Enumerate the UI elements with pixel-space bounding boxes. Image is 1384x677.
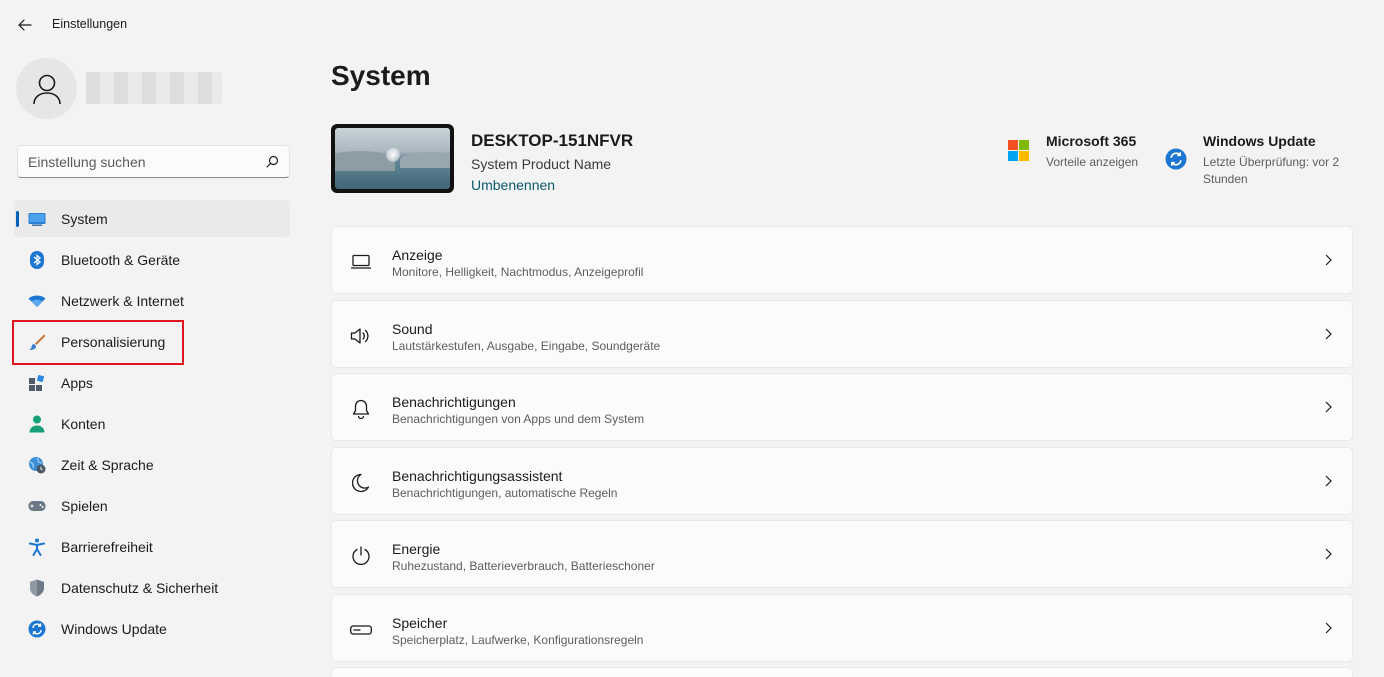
sidebar-item-label: Windows Update bbox=[61, 620, 167, 637]
device-thumbnail bbox=[331, 124, 454, 193]
update-icon bbox=[1165, 148, 1187, 170]
moon-icon bbox=[350, 472, 372, 494]
person-outline-icon bbox=[32, 74, 61, 104]
shield-icon bbox=[28, 579, 46, 597]
card-subtitle: Benachrichtigungen von Apps und dem Syst… bbox=[392, 412, 645, 426]
search-input[interactable] bbox=[28, 153, 266, 170]
sidebar-item-privacy-security[interactable]: Datenschutz & Sicherheit bbox=[14, 569, 290, 606]
search-icon[interactable] bbox=[266, 155, 279, 168]
card-subtitle: Benachrichtigungen, automatische Regeln bbox=[392, 485, 618, 500]
profile-name-blurred bbox=[86, 72, 222, 104]
card-storage[interactable]: Speicher Speicherplatz, Laufwerke, Konfi… bbox=[331, 593, 1353, 662]
card-subtitle: Speicherplatz, Laufwerke, Konfigurations… bbox=[392, 632, 644, 647]
tile-title: Microsoft 365 bbox=[1046, 133, 1137, 149]
bluetooth-icon bbox=[28, 250, 46, 269]
sidebar-item-label: Barrierefreiheit bbox=[61, 538, 153, 555]
wallpaper-preview bbox=[335, 128, 450, 189]
chevron-right-icon bbox=[1325, 475, 1332, 486]
card-notifications[interactable]: Benachrichtigungen Benachrichtigungen vo… bbox=[331, 373, 1353, 441]
card-title: Energie bbox=[392, 541, 441, 557]
tile-title: Windows Update bbox=[1203, 133, 1316, 149]
back-button[interactable] bbox=[14, 14, 36, 36]
sidebar-item-windows-update[interactable]: Windows Update bbox=[14, 610, 290, 647]
sidebar-item-label: Datenschutz & Sicherheit bbox=[61, 579, 219, 596]
accessibility-icon bbox=[28, 538, 46, 556]
card-subtitle: Lautstärkestufen, Ausgabe, Eingabe, Soun… bbox=[392, 338, 661, 353]
chevron-right-icon bbox=[1325, 548, 1332, 560]
avatar[interactable] bbox=[16, 58, 77, 119]
globe-clock-icon bbox=[28, 456, 46, 474]
sidebar-item-accessibility[interactable]: Barrierefreiheit bbox=[14, 528, 290, 565]
chevron-right-icon bbox=[1325, 254, 1332, 266]
card-subtitle: Ruhezustand, Batterieverbrauch, Batterie… bbox=[392, 559, 655, 573]
chevron-right-icon bbox=[1325, 328, 1332, 339]
chevron-right-icon bbox=[1325, 622, 1332, 633]
speaker-icon bbox=[350, 325, 372, 347]
display-icon bbox=[350, 251, 372, 273]
card-title: Benachrichtigungsassistent bbox=[392, 467, 563, 484]
settings-list: Anzeige Monitore, Helligkeit, Nachtmodus… bbox=[331, 226, 1353, 677]
app-title: Einstellungen bbox=[52, 17, 128, 31]
sidebar-item-bluetooth[interactable]: Bluetooth & Geräte bbox=[14, 241, 290, 278]
apps-icon bbox=[28, 374, 46, 392]
tile-subtitle: Vorteile anzeigen bbox=[1046, 155, 1139, 169]
sidebar-item-gaming[interactable]: Spielen bbox=[14, 487, 290, 524]
device-model: System Product Name bbox=[471, 156, 612, 172]
sidebar-item-apps[interactable]: Apps bbox=[14, 364, 290, 401]
sidebar-item-system[interactable]: System bbox=[14, 200, 290, 237]
card-title: Speicher bbox=[392, 614, 448, 631]
sidebar-item-label: Bluetooth & Geräte bbox=[61, 251, 181, 268]
card-power[interactable]: Energie Ruhezustand, Batterieverbrauch, … bbox=[331, 520, 1353, 588]
sidebar-nav: System Bluetooth & Geräte Netzwerk & Int… bbox=[14, 200, 290, 651]
power-icon bbox=[350, 545, 372, 567]
sidebar-item-label: Konten bbox=[61, 415, 106, 432]
gamepad-icon bbox=[28, 497, 46, 515]
card-focus-assist[interactable]: Benachrichtigungsassistent Benachrichtig… bbox=[331, 446, 1353, 515]
tile-subtitle: Letzte Überprüfung: vor 2 Stunden bbox=[1203, 155, 1340, 186]
sidebar-item-personalization[interactable]: Personalisierung bbox=[14, 323, 290, 360]
card-sound[interactable]: Sound Lautstärkestufen, Ausgabe, Eingabe… bbox=[331, 299, 1353, 368]
microsoft-logo-icon bbox=[1008, 140, 1029, 161]
card-subtitle: Monitore, Helligkeit, Nachtmodus, Anzeig… bbox=[392, 265, 644, 279]
title-bar: Einstellungen bbox=[0, 0, 1384, 48]
page-title: System bbox=[331, 60, 431, 91]
arrow-left-icon bbox=[18, 19, 32, 31]
settings-search-box[interactable] bbox=[17, 145, 290, 178]
card-title: Sound bbox=[392, 320, 433, 337]
storage-icon bbox=[350, 619, 372, 641]
brush-icon bbox=[28, 333, 46, 351]
bell-icon bbox=[350, 398, 372, 420]
monitor-icon bbox=[28, 210, 46, 228]
sidebar-item-label: Netzwerk & Internet bbox=[61, 292, 184, 309]
sidebar-item-accounts[interactable]: Konten bbox=[14, 405, 290, 442]
sidebar-item-label: Apps bbox=[61, 374, 93, 391]
sidebar-item-label: System bbox=[61, 210, 108, 227]
card-next-partial[interactable] bbox=[331, 667, 1353, 677]
rename-link[interactable]: Umbenennen bbox=[471, 177, 555, 193]
sidebar-item-label: Spielen bbox=[61, 497, 108, 514]
chevron-right-icon bbox=[1325, 401, 1332, 413]
sidebar-item-label: Personalisierung bbox=[61, 333, 166, 350]
sidebar-item-network[interactable]: Netzwerk & Internet bbox=[14, 282, 290, 319]
person-icon bbox=[28, 415, 46, 433]
wifi-icon bbox=[28, 292, 46, 310]
card-title: Anzeige bbox=[392, 247, 443, 263]
update-icon bbox=[28, 620, 46, 638]
card-title: Benachrichtigungen bbox=[392, 394, 516, 410]
sidebar-item-label: Zeit & Sprache bbox=[61, 456, 154, 473]
user-profile[interactable] bbox=[16, 58, 222, 119]
card-display[interactable]: Anzeige Monitore, Helligkeit, Nachtmodus… bbox=[331, 226, 1353, 294]
device-name: DESKTOP-151NFVR bbox=[471, 131, 634, 150]
sidebar: System Bluetooth & Geräte Netzwerk & Int… bbox=[0, 48, 306, 677]
sidebar-item-time-language[interactable]: Zeit & Sprache bbox=[14, 446, 290, 483]
